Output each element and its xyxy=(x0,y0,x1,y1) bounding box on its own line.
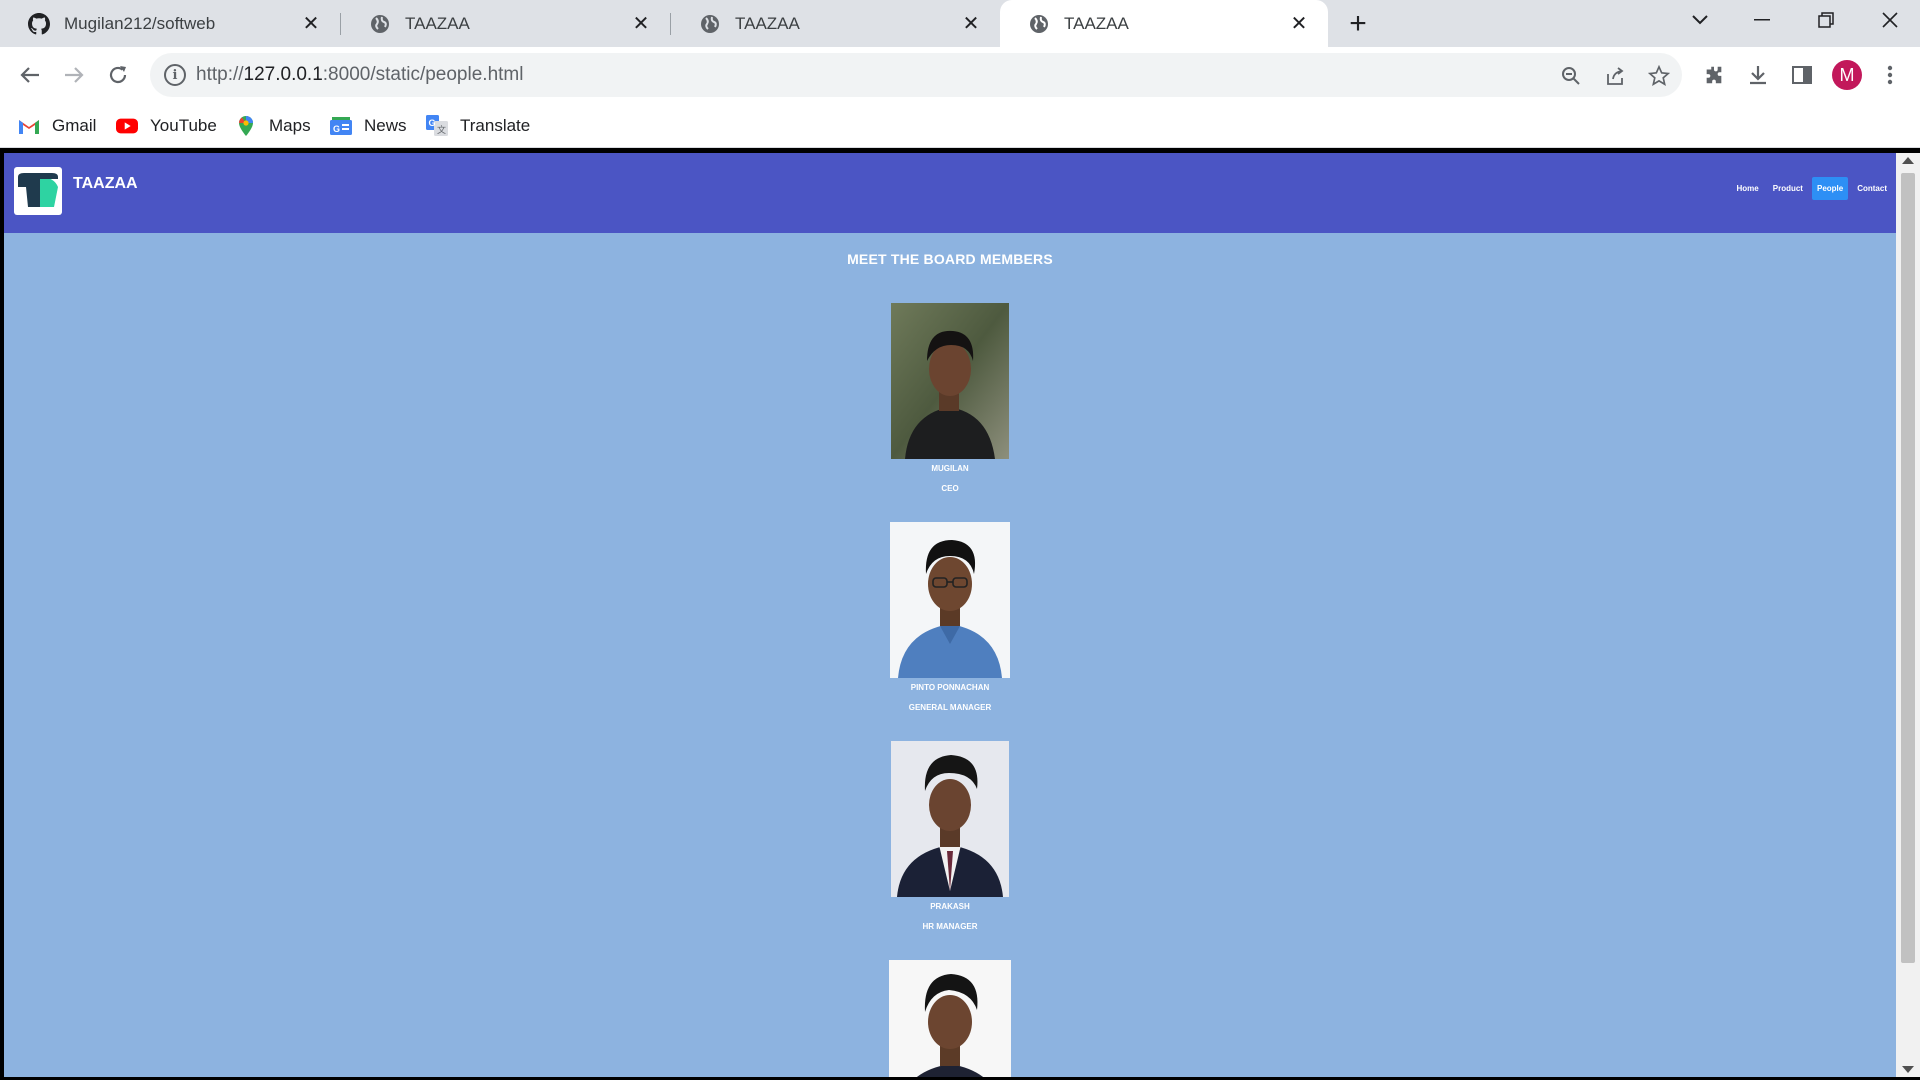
site-brand-name[interactable]: TAAZAA xyxy=(73,175,138,193)
member-photo xyxy=(891,303,1009,459)
member-photo xyxy=(889,960,1011,1077)
member-name: MUGILAN xyxy=(931,464,969,473)
globe-icon xyxy=(1028,13,1050,35)
nav-product-link[interactable]: Product xyxy=(1768,177,1808,200)
taazaa-logo-icon[interactable] xyxy=(14,167,62,215)
site-header: TAAZAA Home Product People Contact xyxy=(4,153,1896,233)
member-name: PRAKASH xyxy=(930,902,970,911)
bookmarks-bar: Gmail YouTube Maps G News G文 Translate xyxy=(0,103,1920,148)
new-tab-button[interactable]: + xyxy=(1342,7,1374,40)
back-button[interactable] xyxy=(10,55,50,95)
zoom-out-icon[interactable] xyxy=(1558,63,1584,89)
site-nav: Home Product People Contact xyxy=(1728,177,1892,200)
address-bar[interactable]: i http://127.0.0.1:8000/static/people.ht… xyxy=(150,53,1682,97)
bookmark-youtube[interactable]: YouTube xyxy=(116,113,217,139)
tab-taazaa-2[interactable]: TAAZAA ✕ xyxy=(671,0,1000,47)
bookmark-maps[interactable]: Maps xyxy=(235,113,311,139)
bookmark-news[interactable]: G News xyxy=(330,113,407,139)
tab-strip: Mugilan212/softweb ✕ TAAZAA ✕ TAAZAA ✕ T… xyxy=(0,0,1920,47)
member-card: PINTO PONNACHAN GENERAL MANAGER xyxy=(4,522,1896,712)
restore-button[interactable] xyxy=(1798,0,1854,40)
forward-button[interactable] xyxy=(54,55,94,95)
svg-text:G: G xyxy=(333,124,340,134)
bookmark-translate[interactable]: G文 Translate xyxy=(426,113,530,139)
nav-contact-link[interactable]: Contact xyxy=(1852,177,1892,200)
tab-title: TAAZAA xyxy=(405,13,470,33)
github-icon xyxy=(28,12,50,35)
minimize-button[interactable] xyxy=(1734,0,1790,40)
member-role: GENERAL MANAGER xyxy=(908,703,992,712)
member-card: MUGILAN CEO xyxy=(4,303,1896,493)
bookmark-label: Gmail xyxy=(52,116,97,135)
share-icon[interactable] xyxy=(1602,63,1628,89)
page-title: MEET THE BOARD MEMBERS xyxy=(847,251,1053,267)
member-card xyxy=(4,960,1896,1077)
tab-taazaa-active[interactable]: TAAZAA ✕ xyxy=(1000,0,1328,47)
extensions-icon[interactable] xyxy=(1698,59,1730,91)
page-viewport: TAAZAA Home Product People Contact MEET … xyxy=(4,153,1896,1077)
member-card: PRAKASH HR MANAGER xyxy=(4,741,1896,931)
svg-text:G: G xyxy=(429,118,436,128)
close-tab-icon[interactable]: ✕ xyxy=(630,13,652,35)
bookmark-label: News xyxy=(364,116,407,135)
scroll-up-icon[interactable] xyxy=(1902,157,1914,164)
gmail-icon xyxy=(18,115,40,137)
bookmark-label: Translate xyxy=(460,116,531,135)
side-panel-icon[interactable] xyxy=(1786,59,1818,91)
tab-title: TAAZAA xyxy=(1064,13,1129,33)
tab-title: Mugilan212/softweb xyxy=(64,13,216,33)
svg-text:文: 文 xyxy=(437,124,446,135)
tab-search-icon[interactable] xyxy=(1672,0,1728,40)
maps-icon xyxy=(235,115,257,137)
menu-kebab-icon[interactable] xyxy=(1874,59,1906,91)
news-icon: G xyxy=(330,115,352,137)
tab-title: TAAZAA xyxy=(735,13,800,33)
nav-home-link[interactable]: Home xyxy=(1732,177,1764,200)
address-url: http://127.0.0.1:8000/static/people.html xyxy=(196,64,524,85)
tab-taazaa-1[interactable]: TAAZAA ✕ xyxy=(341,0,670,47)
close-tab-icon[interactable]: ✕ xyxy=(1288,13,1310,35)
close-tab-icon[interactable]: ✕ xyxy=(960,13,982,35)
bookmark-label: YouTube xyxy=(150,116,217,135)
globe-icon xyxy=(369,13,391,35)
nav-people-link[interactable]: People xyxy=(1811,177,1849,200)
site-info-icon[interactable]: i xyxy=(164,64,186,86)
bookmark-star-icon[interactable] xyxy=(1646,63,1672,89)
close-tab-icon[interactable]: ✕ xyxy=(300,13,322,35)
download-icon[interactable] xyxy=(1742,59,1774,91)
reload-button[interactable] xyxy=(98,55,138,95)
close-window-button[interactable] xyxy=(1862,0,1918,40)
member-photo xyxy=(891,741,1009,897)
member-photo xyxy=(890,522,1010,678)
page-scrollbar[interactable] xyxy=(1896,153,1920,1077)
browser-toolbar: i http://127.0.0.1:8000/static/people.ht… xyxy=(0,47,1920,103)
profile-avatar[interactable]: M xyxy=(1832,60,1862,90)
translate-icon: G文 xyxy=(426,115,448,137)
scroll-down-icon[interactable] xyxy=(1902,1066,1914,1073)
globe-icon xyxy=(699,13,721,35)
bookmark-label: Maps xyxy=(269,116,311,135)
youtube-icon xyxy=(116,115,138,137)
member-role: CEO xyxy=(941,484,959,493)
scrollbar-thumb[interactable] xyxy=(1901,173,1915,963)
member-role: HR MANAGER xyxy=(922,922,978,931)
member-name: PINTO PONNACHAN xyxy=(910,683,990,692)
tab-github[interactable]: Mugilan212/softweb ✕ xyxy=(0,0,340,47)
bookmark-gmail[interactable]: Gmail xyxy=(18,113,96,139)
